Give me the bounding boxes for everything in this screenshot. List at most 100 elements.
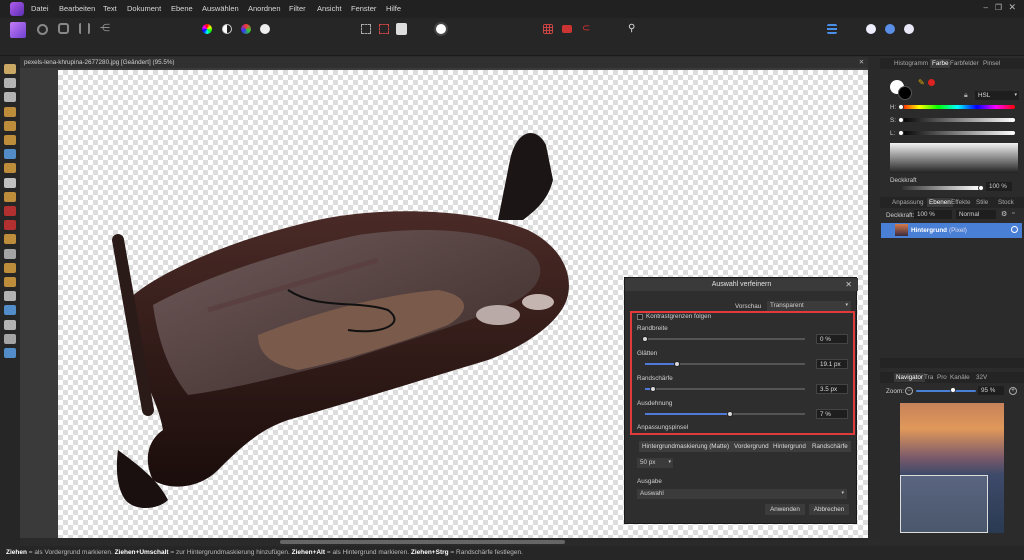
close-window-icon[interactable]: ✕ (1008, 2, 1016, 13)
slider-knob-2[interactable] (650, 386, 656, 392)
slider-value-2[interactable]: 3.5 px (816, 384, 848, 394)
brush-mode-2[interactable]: Hintergrund (770, 441, 809, 452)
fill-tool-icon[interactable] (4, 177, 16, 188)
top-tabs-2[interactable]: Farbfelder (950, 60, 979, 67)
nav-tabs-0[interactable]: Navigator (894, 373, 925, 382)
magnet-icon[interactable]: ⊂ (582, 23, 596, 37)
paint-brush-tool-icon[interactable] (4, 191, 16, 202)
minimize-icon[interactable]: – (984, 3, 988, 12)
deselect-icon[interactable] (379, 24, 389, 34)
freehand-select-tool-icon[interactable] (4, 163, 16, 174)
develop-persona-icon[interactable] (58, 23, 69, 34)
photo-persona-icon[interactable] (10, 22, 26, 38)
brush-mode-3[interactable]: Randschärfe (809, 441, 851, 452)
top-tabs-0[interactable]: Histogramm (894, 60, 928, 67)
top-tabs-1[interactable]: Farbe (930, 59, 951, 68)
contrast-checkbox[interactable] (637, 314, 643, 320)
output-select[interactable]: Auswahl ▾ (637, 489, 847, 499)
share-icon[interactable] (885, 24, 895, 34)
layer-tabs-4[interactable]: Stock (998, 199, 1014, 206)
layer-tabs-0[interactable]: Anpassung (892, 199, 924, 206)
grid-icon[interactable] (543, 24, 553, 34)
shape-tool-icon[interactable] (4, 305, 16, 316)
zoom-tool-icon[interactable] (4, 348, 16, 358)
contrast-icon[interactable] (222, 24, 232, 34)
zoom-in-icon[interactable]: + (1009, 387, 1017, 395)
slider-knob-0[interactable] (642, 336, 648, 342)
brush-mode-0[interactable]: Hintergrundmaskierung (Matte) (639, 441, 733, 452)
brush-selection-tool-icon[interactable] (4, 92, 16, 103)
eyedropper-icon[interactable]: ✎ (918, 78, 925, 87)
saturation-knob[interactable] (898, 117, 904, 123)
vertical-scrollbar[interactable] (868, 57, 880, 538)
nav-tabs-4[interactable]: 32V (976, 374, 987, 381)
red-eye-tool-icon[interactable] (4, 277, 16, 287)
cancel-button[interactable]: Abbrechen (809, 504, 849, 515)
layer-tabs-1[interactable]: Ebenen (927, 198, 953, 207)
menu-item-8[interactable]: Ansicht (317, 4, 342, 13)
apply-button[interactable]: Anwenden (765, 504, 805, 515)
marquee-tool-icon[interactable] (4, 149, 16, 160)
quick-mask-icon[interactable] (436, 24, 446, 34)
menu-item-4[interactable]: Ebene (171, 4, 193, 13)
saturation-slider[interactable] (900, 118, 1015, 122)
menu-item-7[interactable]: Filter (289, 4, 306, 13)
mesh-warp-tool-icon[interactable] (4, 333, 16, 344)
move-tool-icon[interactable] (4, 78, 16, 89)
hsl-icon[interactable] (241, 24, 251, 34)
zoom-knob[interactable] (950, 387, 956, 393)
navigator-preview[interactable] (900, 403, 1004, 533)
layer-visible-icon[interactable] (1011, 226, 1018, 233)
close-document-icon[interactable]: ✕ (859, 59, 864, 66)
text-tool-icon[interactable] (4, 319, 16, 330)
zoom-slider[interactable] (916, 390, 976, 392)
blend-mode-select[interactable]: Normal (956, 210, 996, 219)
invert-selection-icon[interactable] (396, 23, 407, 35)
slider-track-0[interactable] (645, 338, 805, 340)
slider-knob-3[interactable] (727, 411, 733, 417)
snapping-icon[interactable] (562, 25, 572, 33)
opacity-knob[interactable] (978, 185, 984, 191)
selection-brush-tool-icon[interactable] (4, 120, 16, 131)
slider-value-1[interactable]: 19.1 px (816, 359, 848, 369)
zoom-field[interactable]: 95 % (978, 386, 1004, 395)
secondary-color-swatch[interactable] (898, 86, 912, 100)
white-balance-icon[interactable] (260, 24, 270, 34)
slider-value-0[interactable]: 0 % (816, 334, 848, 344)
preferences-icon[interactable] (904, 24, 914, 34)
color-wheel-icon[interactable] (202, 24, 212, 34)
export-persona-icon[interactable]: ⋲ (100, 23, 114, 37)
color-gradient-box[interactable] (890, 143, 1018, 173)
layer-tabs-3[interactable]: Stile (976, 199, 988, 206)
pen-tool-icon[interactable] (4, 291, 16, 302)
color-mode-select[interactable]: HSL ▾ (975, 91, 1019, 100)
scroll-thumb[interactable] (280, 540, 565, 544)
color-replace-tool-icon[interactable] (4, 206, 16, 216)
tone-mapping-persona-icon[interactable] (79, 23, 90, 34)
nav-tabs-3[interactable]: Kanäle (950, 374, 970, 381)
arrange-icon[interactable] (827, 24, 837, 34)
erase-tool-icon[interactable] (4, 220, 16, 231)
horizontal-scrollbar[interactable] (20, 538, 868, 546)
clone-tool-icon[interactable] (4, 248, 16, 259)
dodge-tool-icon[interactable] (4, 234, 16, 245)
crop-tool-icon[interactable] (4, 106, 16, 117)
layer-tabs-2[interactable]: Effekte (951, 199, 971, 206)
no-color-icon[interactable] (928, 79, 935, 86)
hue-knob[interactable] (898, 104, 904, 110)
hue-slider[interactable] (900, 105, 1015, 109)
layer-row[interactable]: Hintergrund (Pixel) (881, 223, 1022, 238)
slider-knob-1[interactable] (674, 361, 680, 367)
color-lock-icon[interactable]: 🔒︎ (964, 92, 968, 100)
layer-opacity-field[interactable]: 100 % (914, 210, 952, 219)
liquify-persona-icon[interactable] (37, 24, 48, 35)
brush-size-select[interactable]: 50 px ▾ (637, 458, 673, 468)
restore-icon[interactable]: ❐ (995, 3, 1002, 12)
menu-item-0[interactable]: Datei (31, 4, 49, 13)
top-tabs-3[interactable]: Pinsel (983, 60, 1000, 67)
layer-lock-icon[interactable]: ▫ (1012, 210, 1014, 217)
slider-track-2[interactable] (645, 388, 805, 390)
opacity-slider[interactable] (902, 186, 980, 190)
menu-item-1[interactable]: Bearbeiten (59, 4, 95, 13)
blemish-tool-icon[interactable] (4, 262, 16, 273)
